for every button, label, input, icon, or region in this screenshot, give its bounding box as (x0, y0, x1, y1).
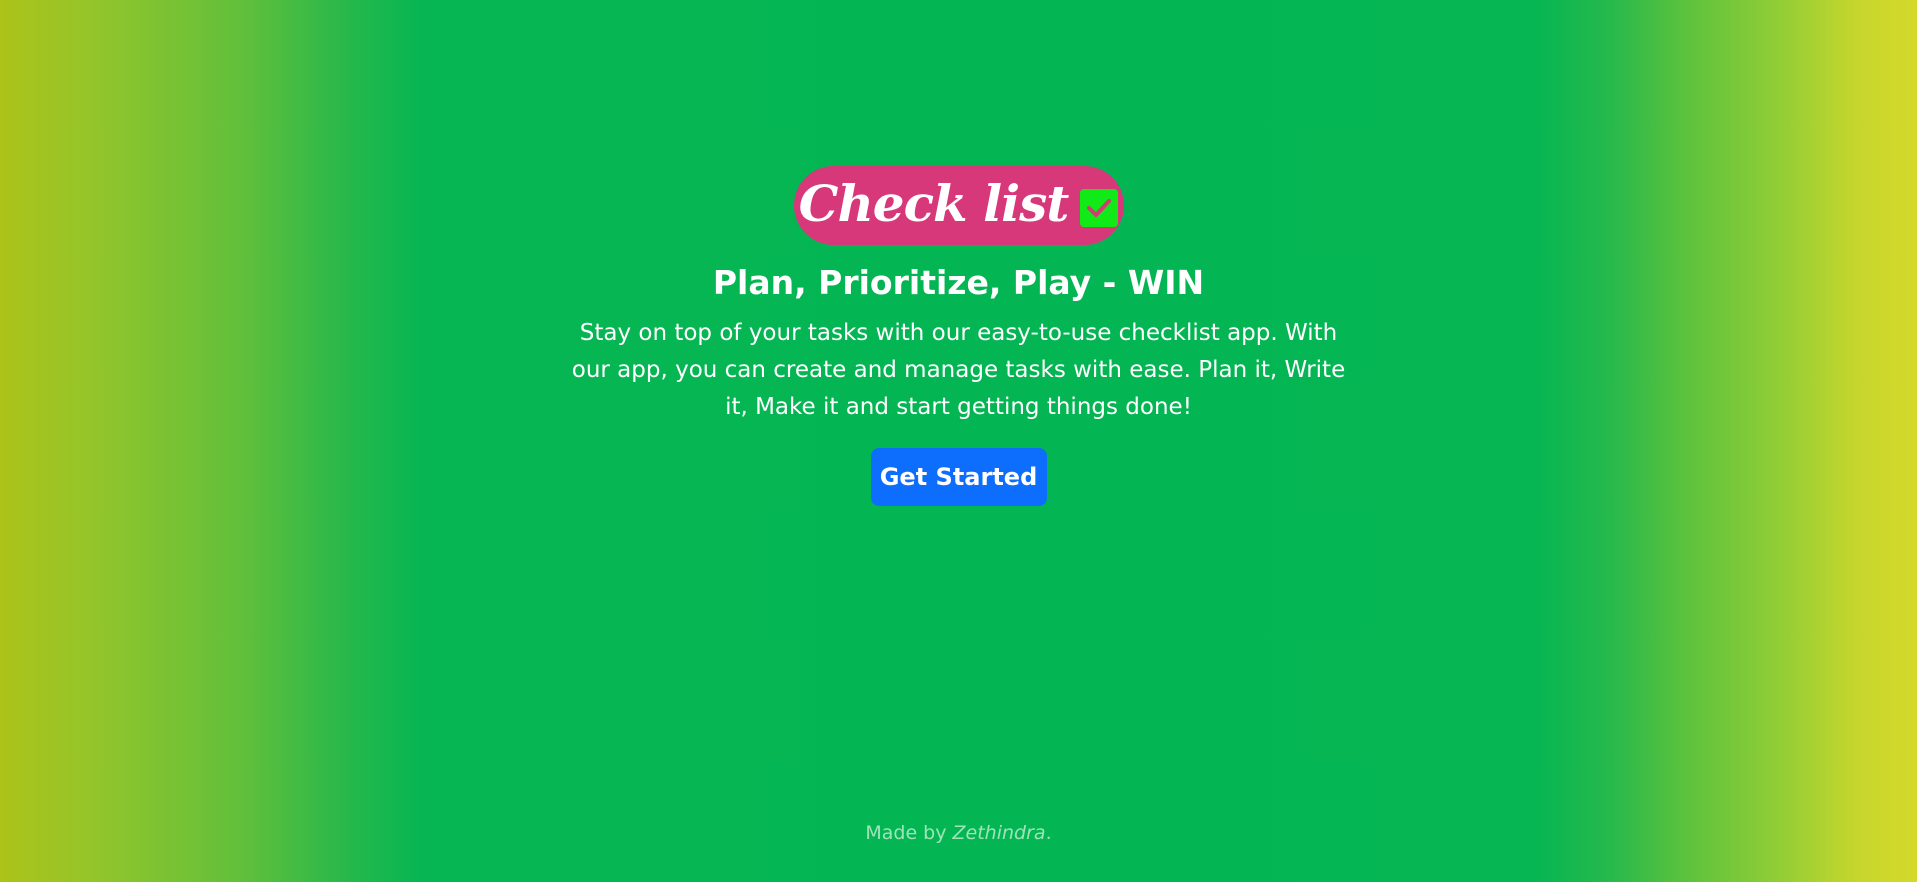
logo: Check list (793, 166, 1124, 245)
footer-prefix: Made by (865, 822, 953, 844)
logo-text: Check list (798, 173, 1070, 233)
checkbox-checked-icon (1080, 188, 1119, 227)
tagline: Plan, Prioritize, Play - WIN (712, 263, 1205, 302)
description: Stay on top of your tasks with our easy-… (571, 320, 1346, 420)
footer-suffix: . (1045, 822, 1052, 844)
footer: Made by Zethindra. (0, 822, 1917, 844)
hero-section: Check list Plan, Prioritize, Play - WIN … (0, 166, 1917, 506)
get-started-button[interactable]: Get Started (870, 448, 1047, 506)
footer-author: Zethindra (952, 822, 1046, 844)
